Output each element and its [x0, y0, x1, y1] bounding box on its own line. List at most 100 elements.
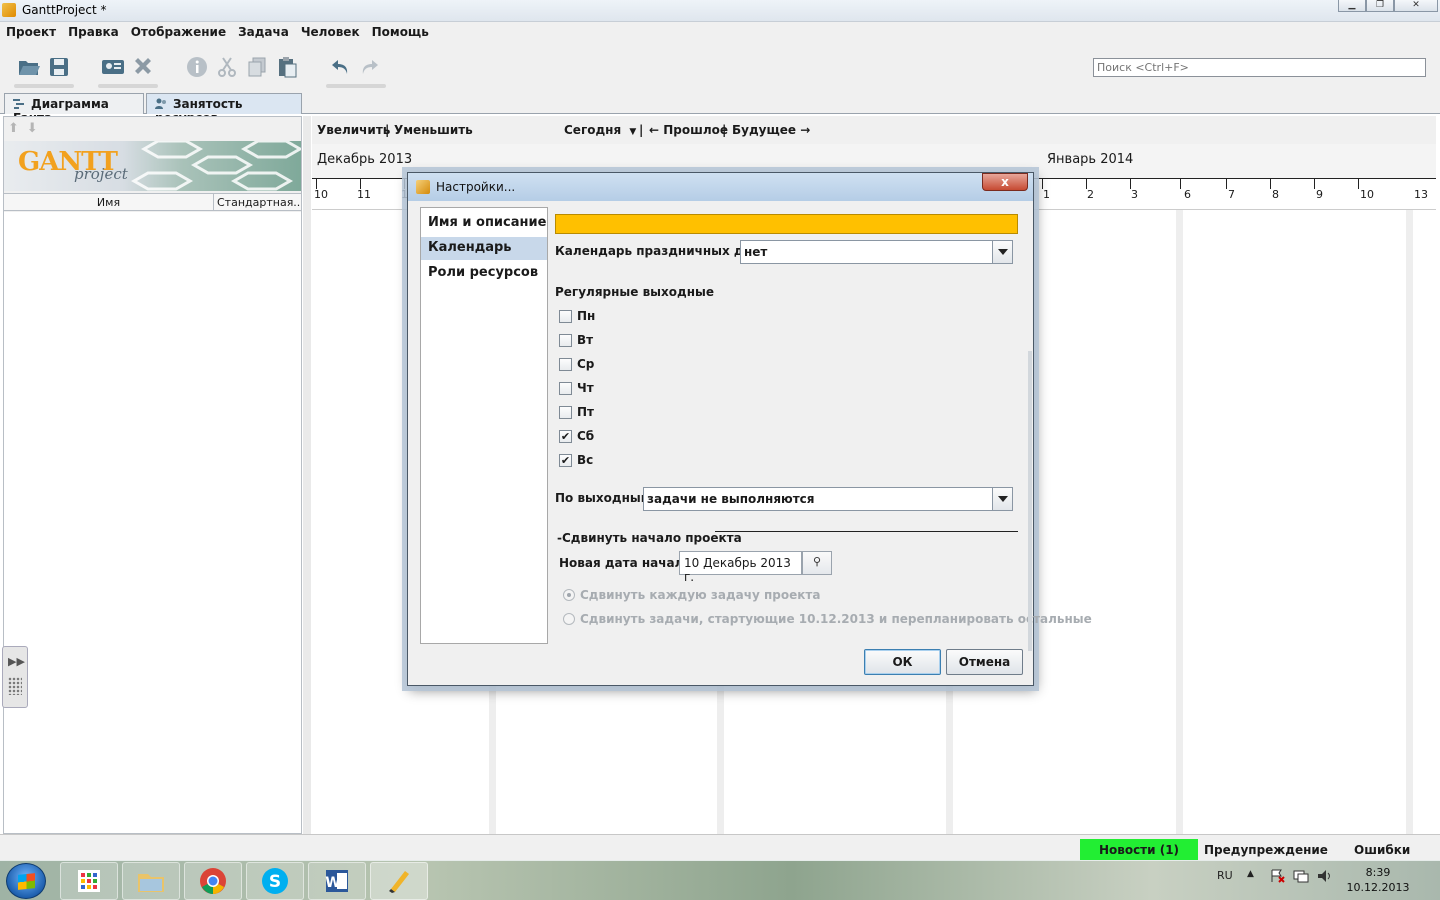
day-label: 2: [1087, 188, 1094, 201]
checkbox-tuesday[interactable]: Вт: [559, 332, 669, 350]
menu-view[interactable]: Отображение: [125, 22, 232, 42]
warnings-button[interactable]: Предупреждение: [1204, 843, 1328, 857]
resource-tree-panel: ⬆ ⬇ GANTT project Имя Стандартная...: [3, 116, 302, 834]
action-center-icon[interactable]: [1270, 869, 1286, 886]
holiday-calendar-select[interactable]: нет: [740, 240, 1013, 264]
apps-grid-icon[interactable]: [60, 862, 118, 900]
maximize-button[interactable]: ❐: [1366, 0, 1394, 12]
nav-item-calendar[interactable]: Календарь: [421, 237, 547, 260]
chrome-icon[interactable]: [184, 862, 242, 900]
resource-tree-body[interactable]: [4, 212, 301, 833]
skype-icon[interactable]: S: [246, 862, 304, 900]
nav-item-resource-roles[interactable]: Роли ресурсов: [421, 262, 547, 285]
zoom-out-link[interactable]: Уменьшить: [394, 123, 473, 137]
panel-splitter[interactable]: [303, 116, 311, 834]
checkbox-wednesday[interactable]: Ср: [559, 356, 669, 374]
today-dropdown[interactable]: Сегодня ▼: [564, 123, 636, 137]
ok-button[interactable]: ОК: [864, 649, 941, 675]
start-button[interactable]: [6, 863, 46, 899]
checkbox-label: Пн: [577, 309, 596, 323]
checkbox-label: Пт: [577, 405, 594, 419]
language-indicator[interactable]: RU: [1217, 869, 1233, 882]
copy-icon[interactable]: [244, 54, 270, 80]
volume-icon[interactable]: [1317, 869, 1333, 886]
radio-label: Сдвинуть каждую задачу проекта: [580, 588, 821, 602]
checkbox-friday[interactable]: Пт: [559, 404, 669, 422]
tab-resource-load[interactable]: Занятость ресурсов: [146, 93, 302, 125]
menu-task[interactable]: Задача: [232, 22, 295, 42]
dialog-close-button[interactable]: x: [982, 173, 1028, 191]
network-icon[interactable]: [1293, 869, 1309, 886]
dialog-title: Настройки...: [436, 180, 516, 194]
day-tick: [1270, 179, 1271, 189]
svg-text:W: W: [325, 875, 340, 891]
windows-logo-icon: [18, 873, 35, 890]
menu-human[interactable]: Человек: [295, 22, 366, 42]
file-explorer-icon[interactable]: [122, 862, 180, 900]
checkbox-monday[interactable]: Пн: [559, 308, 669, 326]
nav-separator: |: [722, 123, 727, 137]
day-tick: [1180, 179, 1181, 189]
dialog-scrollbar[interactable]: [1028, 351, 1032, 651]
column-standard-rate[interactable]: Стандартная...: [215, 194, 301, 211]
errors-button[interactable]: Ошибки: [1354, 843, 1410, 857]
radio-indicator: [563, 613, 575, 625]
chart-navigation: Увеличить | Уменьшить Сегодня ▼ | ← Прош…: [312, 116, 1436, 144]
expand-arrows-icon: ▶▶: [8, 655, 25, 668]
new-resource-icon[interactable]: [100, 54, 126, 80]
checkbox-sunday[interactable]: ✔ Вс: [559, 452, 669, 470]
on-weekends-select[interactable]: задачи не выполняются: [643, 487, 1013, 511]
date-picker-button[interactable]: ⚲: [802, 551, 832, 575]
checkbox-box: [559, 310, 572, 323]
paste-icon[interactable]: [274, 54, 300, 80]
dialog-app-icon: [416, 180, 430, 194]
cut-icon[interactable]: [214, 54, 240, 80]
properties-icon[interactable]: [184, 54, 210, 80]
news-button[interactable]: Новости (1): [1080, 839, 1198, 861]
menu-help[interactable]: Помощь: [366, 22, 435, 42]
word-icon[interactable]: W: [308, 862, 366, 900]
show-hidden-icons-icon[interactable]: ▲: [1247, 869, 1254, 879]
ganttproject-app-icon: [2, 3, 16, 17]
day-label: 13: [1414, 188, 1428, 201]
checkbox-saturday[interactable]: ✔ Сб: [559, 428, 669, 446]
day-label: 1: [1043, 188, 1050, 201]
past-link[interactable]: ← Прошлое: [649, 123, 728, 137]
menu-edit[interactable]: Правка: [62, 22, 125, 42]
menu-project[interactable]: Проект: [0, 22, 62, 42]
delete-icon[interactable]: [130, 54, 156, 80]
day-tick: [1358, 179, 1359, 189]
section-color-bar: [555, 214, 1018, 234]
move-up-icon[interactable]: ⬆: [8, 121, 19, 136]
cancel-button[interactable]: Отмена: [946, 649, 1023, 675]
taskbar-clock[interactable]: 8:39 10.12.2013: [1342, 865, 1414, 895]
undo-icon[interactable]: [328, 54, 354, 80]
search-input[interactable]: [1093, 58, 1426, 77]
new-start-date-field[interactable]: 10 Декабрь 2013 г.: [679, 551, 802, 584]
ganttproject-logo: GANTT project: [4, 141, 301, 191]
column-name[interactable]: Имя: [4, 194, 214, 211]
chevron-down-icon: [992, 241, 1012, 263]
redo-icon[interactable]: [356, 54, 382, 80]
minimize-button[interactable]: ▁: [1338, 0, 1366, 12]
checkbox-label: Сб: [577, 429, 595, 443]
ganttproject-icon[interactable]: [370, 862, 428, 900]
regular-weekends-label: Регулярные выходные: [555, 285, 714, 299]
checkbox-box: [559, 358, 572, 371]
nav-item-name-description[interactable]: Имя и описание: [421, 212, 547, 235]
side-collapse-handle[interactable]: ▶▶: [2, 646, 28, 708]
open-icon[interactable]: [16, 54, 42, 80]
day-label: 3: [1131, 188, 1138, 201]
close-window-button[interactable]: ✕: [1394, 0, 1438, 12]
zoom-in-link[interactable]: Увеличить: [317, 123, 390, 137]
day-label: 8: [1272, 188, 1279, 201]
on-weekends-value: задачи не выполняются: [647, 492, 815, 506]
dialog-titlebar[interactable]: Настройки... x: [408, 173, 1033, 201]
future-link[interactable]: Будущее →: [732, 123, 810, 137]
save-icon[interactable]: [46, 54, 72, 80]
logo-subtext: project: [74, 165, 128, 183]
tab-gantt-chart[interactable]: Диаграмма Ганта: [4, 93, 144, 125]
tab-bar: Диаграмма Ганта Занятость ресурсов: [0, 92, 1440, 125]
move-down-icon[interactable]: ⬇: [27, 121, 38, 136]
checkbox-thursday[interactable]: Чт: [559, 380, 669, 398]
